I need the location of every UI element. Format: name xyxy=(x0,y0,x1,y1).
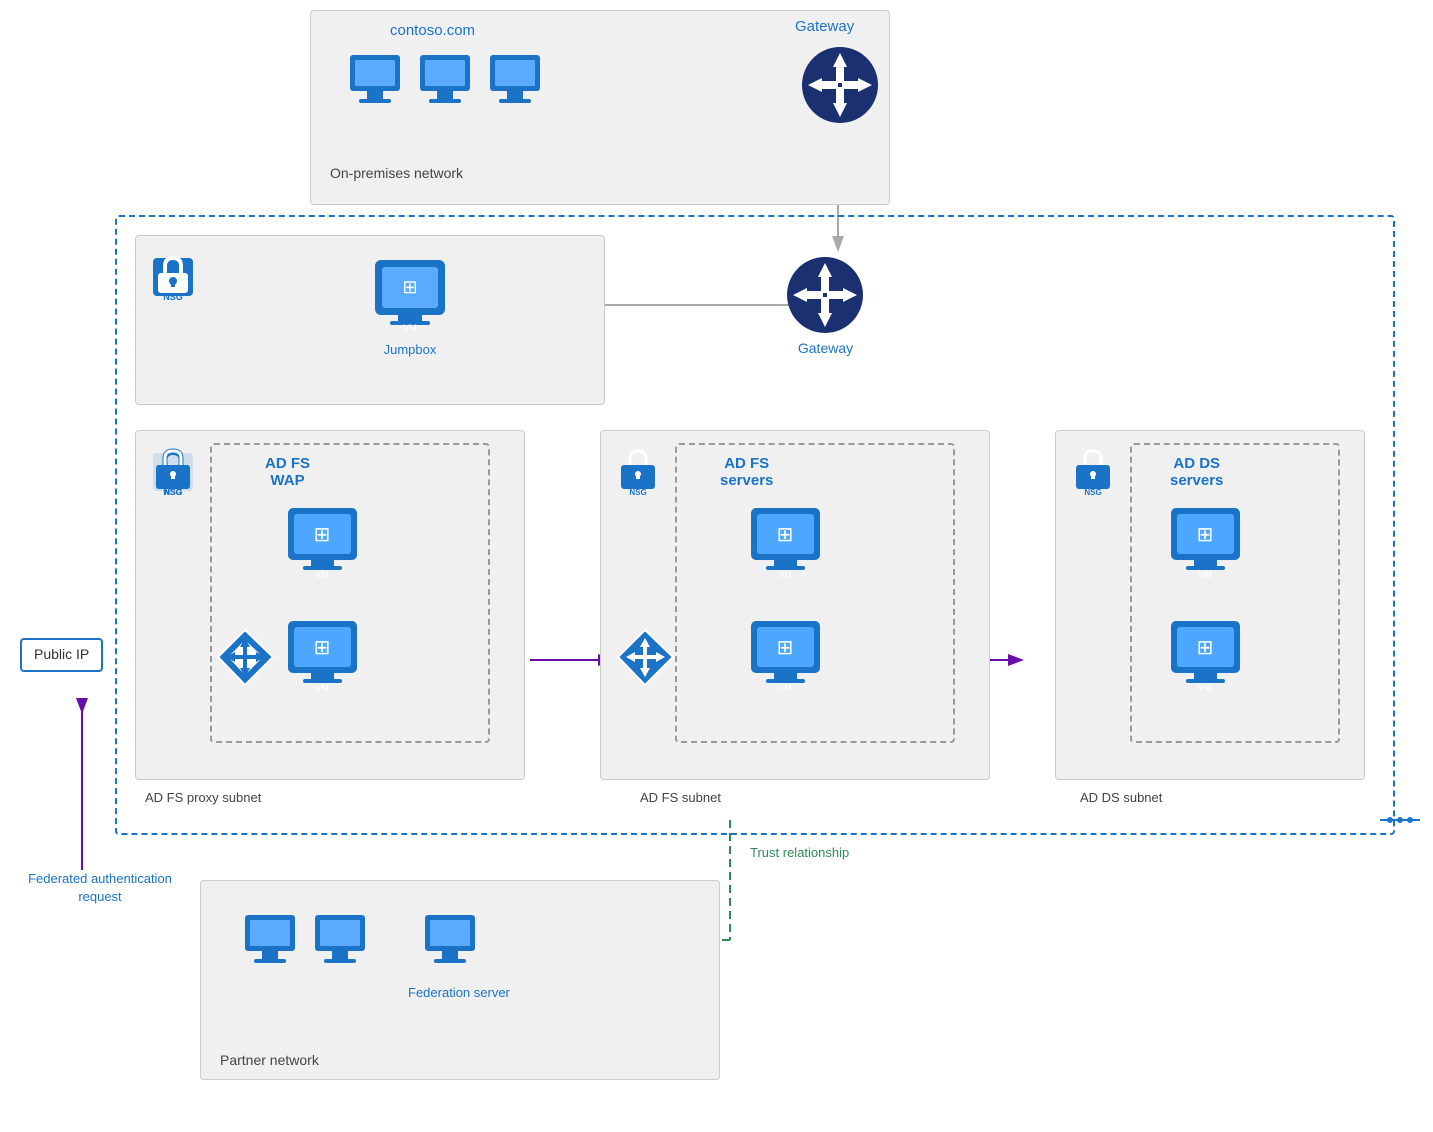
adfs-servers-label: AD FSservers xyxy=(720,455,773,489)
svg-text:VM: VM xyxy=(1198,683,1212,693)
monitor-3 xyxy=(485,50,545,120)
adds-servers-box xyxy=(1130,443,1340,743)
partner-monitor-1 xyxy=(240,910,300,975)
jumpbox-label: Jumpbox xyxy=(370,342,450,357)
vm-adfs-2: ⊞ VM xyxy=(748,618,823,693)
partner-monitor-2 xyxy=(310,910,370,975)
on-premises-gateway-label: Gateway xyxy=(795,18,854,35)
adfs-servers-box xyxy=(675,443,955,743)
svg-text:NSG: NSG xyxy=(164,488,181,497)
adds-servers-label: AD DSservers xyxy=(1170,455,1223,489)
lb-public xyxy=(213,625,278,690)
nsg-adfs: NSG xyxy=(613,443,663,498)
diagram: contoso.com On-premises network Gateway xyxy=(0,0,1433,1132)
adfs-wap-box xyxy=(210,443,490,743)
public-ip-box: Public IP xyxy=(20,638,103,672)
contoso-label: contoso.com xyxy=(390,22,475,39)
federation-monitor xyxy=(420,910,480,975)
svg-text:⊞: ⊞ xyxy=(1197,524,1214,546)
nsg-jumpbox: NSG xyxy=(148,248,198,303)
public-ip-label: Public IP xyxy=(34,646,89,662)
svg-text:⊞: ⊞ xyxy=(777,637,794,659)
svg-text:VM: VM xyxy=(403,323,417,333)
svg-text:⊞: ⊞ xyxy=(777,524,794,546)
adds-subnet-label: AD DS subnet xyxy=(1080,790,1162,805)
on-premises-gateway-icon xyxy=(800,45,880,125)
adfs-proxy-subnet-label: AD FS proxy subnet xyxy=(145,790,261,805)
adfs-subnet-label: AD FS subnet xyxy=(640,790,721,805)
vm-adds-2: ⊞ VM xyxy=(1168,618,1243,693)
federation-server-label: Federation server xyxy=(408,985,510,1002)
svg-text:VM: VM xyxy=(315,570,329,580)
vm-wap-1: ⊞ VM xyxy=(285,505,360,580)
svg-text:VM: VM xyxy=(778,570,792,580)
nsg-adds: NSG xyxy=(1068,443,1118,498)
svg-text:⊞: ⊞ xyxy=(314,637,331,659)
azure-gateway-label: Gateway xyxy=(793,340,858,356)
vm-adfs-1: ⊞ VM xyxy=(748,505,823,580)
svg-text:NSG: NSG xyxy=(629,488,646,497)
svg-text:VM: VM xyxy=(315,683,329,693)
monitor-1 xyxy=(345,50,405,120)
vm-jumpbox: ⊞ VM xyxy=(370,255,450,335)
vm-adds-1: ⊞ VM xyxy=(1168,505,1243,580)
svg-text:NSG: NSG xyxy=(1084,488,1101,497)
svg-text:VM: VM xyxy=(778,683,792,693)
partner-label: Partner network xyxy=(220,1052,319,1068)
monitor-2 xyxy=(415,50,475,120)
svg-text:NSG: NSG xyxy=(163,292,183,302)
vm-wap-2: ⊞ VM xyxy=(285,618,360,693)
lb-adfs xyxy=(613,625,678,690)
svg-text:⊞: ⊞ xyxy=(402,277,417,297)
svg-text:⊞: ⊞ xyxy=(1197,637,1214,659)
svg-text:VM: VM xyxy=(1198,570,1212,580)
azure-gateway-icon xyxy=(785,255,865,335)
trust-relationship-label: Trust relationship xyxy=(750,845,849,860)
on-premises-label: On-premises network xyxy=(330,165,463,181)
nsg-proxy: NSG NSG xyxy=(148,443,198,498)
federated-auth-label: Federated authentication request xyxy=(20,870,180,906)
adfs-wap-label: AD FSWAP xyxy=(265,455,310,489)
svg-text:⊞: ⊞ xyxy=(314,524,331,546)
